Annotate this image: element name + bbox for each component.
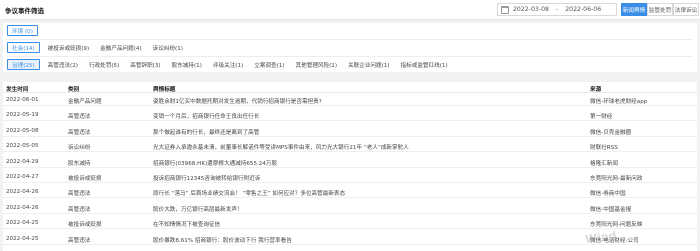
cell-date: 2022-06-01 [6, 97, 39, 103]
filter-item[interactable]: 行政处罚(5) [89, 61, 119, 69]
cell-category: 高管违法 [68, 129, 91, 136]
cell-date: 2022-05-08 [6, 127, 39, 134]
filter-item[interactable]: 立案调查(1) [254, 61, 284, 69]
cell-category: 股东减持 [68, 160, 91, 167]
env-chip[interactable]: 环境 (0) [7, 25, 38, 36]
cell-category: 诉讼纠纷 [68, 145, 91, 152]
cell-date: 2022-04-25 [6, 220, 39, 227]
events-table: 发生时间 类别 舆情标题 来源 2022-06-01 金融产品问题 姿胜余财1亿买中… [3, 82, 697, 251]
filter-item[interactable]: 金融产品问题(4) [100, 44, 142, 52]
cell-category: 被投诉或贬损 [68, 176, 102, 182]
cell-source: 东莞阳光网-问题反映 [590, 222, 643, 229]
cell-date: 2022-04-26 [6, 204, 39, 211]
cell-title[interactable]: 股价大跌，万亿银行高层最新发声！ [153, 205, 243, 213]
date-range-picker[interactable]: 2022-03-08 - 2022-06-06 [497, 3, 617, 16]
filter-row-environment: 环境 (0) [7, 25, 46, 36]
table-row[interactable]: 2022-05-08 高管违法 那个做起谁有的行长，最终还是离到了高管 微信-贝壳金融… [3, 125, 697, 137]
filter-item[interactable]: 高管辞职(3) [130, 61, 160, 69]
cell-title[interactable]: 那个做起谁有的行长，最终还是离到了高管 [153, 128, 259, 136]
cell-title[interactable]: 投诉招商银行12345咨询被转给银行附近诉 [153, 174, 260, 182]
cell-title[interactable]: 在不知情情况下被查询征信 [153, 220, 220, 228]
cell-title[interactable]: 光大证券入承邀永基未清，前董事长解诺件等受讲MPS事件由来，风力光大银行21年 … [153, 143, 409, 151]
filter-item[interactable]: 股东减持(1) [172, 61, 202, 69]
governance-chip[interactable]: 治理(25) [7, 59, 40, 70]
cell-source: 微信-贝壳金融圈 [590, 129, 632, 136]
cell-date: 2022-05-05 [6, 143, 39, 150]
filter-item[interactable]: 关联企业问题(1) [348, 61, 390, 69]
cell-category: 金融产品问题 [68, 99, 102, 105]
filter-item[interactable]: 评级关注(1) [213, 61, 243, 69]
news-sentiment-button[interactable]: 新闻舆情 [621, 3, 647, 16]
table-row[interactable]: 2022-04-26 高管违法 股价大跌，万亿银行高层最新发声！ 微信-中国基金报 [3, 202, 697, 214]
cell-source: 格隆汇新闻 [590, 160, 618, 167]
table-row[interactable]: 2022-05-19 高管违法 变销一个月后，招商银行任命王良出任行长 第一财经 [3, 109, 697, 122]
cell-category: 高管违法 [68, 114, 91, 121]
cell-category: 高管违法 [68, 237, 91, 244]
cell-title[interactable]: 姿胜余财1亿买中数据托期对发生逾期，代销行招商银行是否需担责? [153, 97, 322, 105]
table-row[interactable]: 2022-04-26 高管违法 原行长 “落马” 后首场业绩交流会！ “零售之王” … [3, 186, 697, 199]
filter-panel: 环境 (0) 社会(14) 被投诉或贬损(9) 金融产品问题(4) 诉讼纠纷(1… [3, 23, 697, 72]
page-title: 争议事件筛选 [5, 7, 44, 15]
cell-date: 2022-04-26 [6, 189, 39, 196]
cell-title[interactable]: 变销一个月后，招商银行任命王良出任行长 [153, 112, 259, 120]
table-row[interactable]: 2022-04-29 股东减持 招商银行(03968.HK)遭摩根大通减持655.2… [3, 156, 697, 168]
column-header-source[interactable]: 来源 [590, 85, 601, 93]
table-row[interactable]: 2022-06-01 金融产品问题 姿胜余财1亿买中数据托期对发生逾期，代销行招商银… [3, 94, 697, 106]
regulatory-penalty-button[interactable]: 监管处罚 [647, 3, 673, 16]
filter-row-social: 社会(14) 被投诉或贬损(9) 金融产品问题(4) 诉讼纠纷(1) [7, 42, 194, 53]
top-bar: 争议事件筛选 2022-03-08 - 2022-06-06 新闻舆情 监管处罚… [0, 0, 700, 20]
date-start[interactable]: 2022-03-08 [513, 6, 549, 13]
social-chip[interactable]: 社会(14) [7, 42, 40, 53]
cell-date: 2022-05-19 [6, 112, 39, 119]
cell-category: 高管违法 [68, 191, 91, 198]
cell-category: 高管违法 [68, 206, 91, 213]
table-row[interactable]: 2022-05-05 诉讼纠纷 光大证券入承邀永基未清，前董事长解诺件等受讲MPS事… [3, 140, 697, 153]
divider [7, 56, 693, 57]
cell-source: 东莞阳光网-最新问政 [590, 176, 643, 182]
cell-date: 2022-04-29 [6, 158, 39, 165]
cell-date: 2022-04-25 [6, 235, 39, 242]
filter-item[interactable]: 高管违法(2) [48, 61, 78, 69]
date-separator: - [555, 6, 559, 13]
column-header-date[interactable]: 发生时间 [6, 85, 28, 93]
cell-source: 微信-券商中国 [590, 191, 626, 198]
litigation-button[interactable]: 法律诉讼 [673, 3, 699, 16]
cell-source: 财联社RSS [590, 145, 618, 152]
column-header-title[interactable]: 舆情标题 [153, 85, 175, 93]
cell-source: 第一财经 [590, 114, 613, 121]
cell-date: 2022-04-27 [6, 174, 39, 180]
cell-category: 被投诉或贬损 [68, 222, 102, 229]
cell-title[interactable]: 原行长 “落马” 后首场业绩交流会！ “零售之王” 如何应对？多位高管最新表态 [153, 189, 345, 197]
filter-item[interactable]: 被投诉或贬损(9) [48, 44, 90, 52]
cell-source: 微信-环球老虎财经app [590, 99, 648, 105]
filter-item[interactable]: 指标或监管红线(1) [401, 61, 448, 69]
table-row[interactable]: 2022-04-27 被投诉或贬损 投诉招商银行12345咨询被转给银行附近诉 东莞阳… [3, 171, 697, 183]
filter-item[interactable]: 诉讼纠纷(1) [153, 44, 183, 52]
cell-title[interactable]: 招商银行(03968.HK)遭摩根大通减持655.24万股 [153, 159, 277, 167]
table-row[interactable]: 2022-04-25 被投诉或贬损 在不知情情况下被查询征信 东莞阳光网-问题反映 [3, 217, 697, 230]
filter-row-governance: 治理(25) 高管违法(2) 行政处罚(5) 高管辞职(3) 股东减持(1) 评… [7, 59, 459, 70]
table-header: 发生时间 类别 舆情标题 来源 [3, 82, 697, 93]
calendar-icon [501, 5, 509, 14]
column-header-category[interactable]: 类别 [68, 85, 79, 93]
filter-item[interactable]: 其他管理风险(1) [296, 61, 338, 69]
cell-title[interactable]: 股价暴跌8.61% 招商银行：股价波动下行 我行营率看告 [153, 236, 292, 244]
divider [7, 39, 693, 40]
cell-source: 微信-中国基金报 [590, 206, 632, 213]
date-end[interactable]: 2022-06-06 [565, 6, 601, 13]
